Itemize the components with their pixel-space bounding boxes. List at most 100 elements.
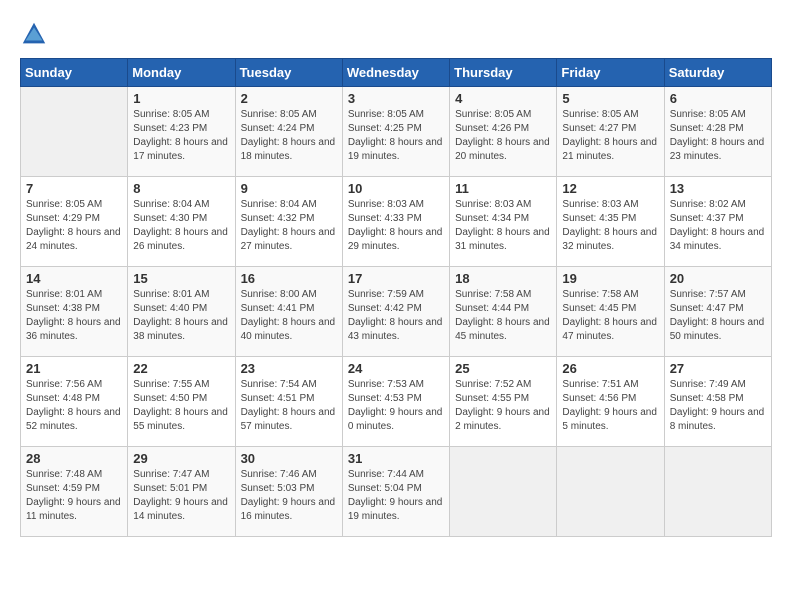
col-header-friday: Friday [557, 59, 664, 87]
calendar-cell: 11 Sunrise: 8:03 AM Sunset: 4:34 PM Dayl… [450, 177, 557, 267]
calendar-cell: 12 Sunrise: 8:03 AM Sunset: 4:35 PM Dayl… [557, 177, 664, 267]
sunset-text: Sunset: 4:55 PM [455, 392, 551, 406]
sunset-text: Sunset: 4:27 PM [562, 122, 658, 136]
sunset-text: Sunset: 5:01 PM [133, 482, 229, 496]
col-header-monday: Monday [128, 59, 235, 87]
day-info: Sunrise: 8:05 AM Sunset: 4:27 PM Dayligh… [562, 108, 658, 164]
daylight-text: Daylight: 8 hours and 57 minutes. [241, 406, 337, 434]
daylight-text: Daylight: 9 hours and 0 minutes. [348, 406, 444, 434]
calendar-cell: 23 Sunrise: 7:54 AM Sunset: 4:51 PM Dayl… [235, 357, 342, 447]
day-info: Sunrise: 8:03 AM Sunset: 4:35 PM Dayligh… [562, 198, 658, 254]
sunrise-text: Sunrise: 7:57 AM [670, 288, 766, 302]
day-info: Sunrise: 8:05 AM Sunset: 4:26 PM Dayligh… [455, 108, 551, 164]
sunrise-text: Sunrise: 7:53 AM [348, 378, 444, 392]
day-info: Sunrise: 8:04 AM Sunset: 4:30 PM Dayligh… [133, 198, 229, 254]
calendar-cell: 8 Sunrise: 8:04 AM Sunset: 4:30 PM Dayli… [128, 177, 235, 267]
daylight-text: Daylight: 8 hours and 38 minutes. [133, 316, 229, 344]
day-number: 13 [670, 181, 766, 196]
sunset-text: Sunset: 4:34 PM [455, 212, 551, 226]
sunset-text: Sunset: 5:03 PM [241, 482, 337, 496]
day-number: 26 [562, 361, 658, 376]
sunrise-text: Sunrise: 8:04 AM [133, 198, 229, 212]
day-info: Sunrise: 8:01 AM Sunset: 4:40 PM Dayligh… [133, 288, 229, 344]
day-info: Sunrise: 8:05 AM Sunset: 4:23 PM Dayligh… [133, 108, 229, 164]
calendar-cell: 27 Sunrise: 7:49 AM Sunset: 4:58 PM Dayl… [664, 357, 771, 447]
sunrise-text: Sunrise: 7:47 AM [133, 468, 229, 482]
day-info: Sunrise: 8:05 AM Sunset: 4:25 PM Dayligh… [348, 108, 444, 164]
day-info: Sunrise: 7:58 AM Sunset: 4:45 PM Dayligh… [562, 288, 658, 344]
sunrise-text: Sunrise: 7:52 AM [455, 378, 551, 392]
day-number: 31 [348, 451, 444, 466]
day-number: 1 [133, 91, 229, 106]
day-info: Sunrise: 8:03 AM Sunset: 4:34 PM Dayligh… [455, 198, 551, 254]
sunset-text: Sunset: 4:53 PM [348, 392, 444, 406]
sunset-text: Sunset: 4:26 PM [455, 122, 551, 136]
col-header-saturday: Saturday [664, 59, 771, 87]
sunset-text: Sunset: 4:24 PM [241, 122, 337, 136]
day-number: 21 [26, 361, 122, 376]
day-info: Sunrise: 8:05 AM Sunset: 4:28 PM Dayligh… [670, 108, 766, 164]
sunrise-text: Sunrise: 7:44 AM [348, 468, 444, 482]
sunset-text: Sunset: 4:45 PM [562, 302, 658, 316]
calendar-cell: 15 Sunrise: 8:01 AM Sunset: 4:40 PM Dayl… [128, 267, 235, 357]
sunrise-text: Sunrise: 8:05 AM [241, 108, 337, 122]
day-number: 18 [455, 271, 551, 286]
sunrise-text: Sunrise: 8:03 AM [562, 198, 658, 212]
sunset-text: Sunset: 4:38 PM [26, 302, 122, 316]
sunset-text: Sunset: 4:23 PM [133, 122, 229, 136]
sunrise-text: Sunrise: 7:46 AM [241, 468, 337, 482]
daylight-text: Daylight: 8 hours and 40 minutes. [241, 316, 337, 344]
sunrise-text: Sunrise: 8:05 AM [26, 198, 122, 212]
day-number: 11 [455, 181, 551, 196]
calendar-cell: 19 Sunrise: 7:58 AM Sunset: 4:45 PM Dayl… [557, 267, 664, 357]
daylight-text: Daylight: 8 hours and 17 minutes. [133, 136, 229, 164]
day-number: 24 [348, 361, 444, 376]
sunrise-text: Sunrise: 8:05 AM [670, 108, 766, 122]
day-number: 14 [26, 271, 122, 286]
col-header-tuesday: Tuesday [235, 59, 342, 87]
day-number: 12 [562, 181, 658, 196]
day-number: 10 [348, 181, 444, 196]
sunset-text: Sunset: 4:30 PM [133, 212, 229, 226]
sunset-text: Sunset: 4:37 PM [670, 212, 766, 226]
day-number: 4 [455, 91, 551, 106]
day-info: Sunrise: 7:44 AM Sunset: 5:04 PM Dayligh… [348, 468, 444, 524]
sunrise-text: Sunrise: 7:51 AM [562, 378, 658, 392]
sunrise-text: Sunrise: 8:01 AM [133, 288, 229, 302]
col-header-thursday: Thursday [450, 59, 557, 87]
day-number: 20 [670, 271, 766, 286]
day-info: Sunrise: 7:52 AM Sunset: 4:55 PM Dayligh… [455, 378, 551, 434]
calendar-cell: 7 Sunrise: 8:05 AM Sunset: 4:29 PM Dayli… [21, 177, 128, 267]
day-number: 3 [348, 91, 444, 106]
calendar-cell: 21 Sunrise: 7:56 AM Sunset: 4:48 PM Dayl… [21, 357, 128, 447]
daylight-text: Daylight: 9 hours and 11 minutes. [26, 496, 122, 524]
day-number: 25 [455, 361, 551, 376]
daylight-text: Daylight: 8 hours and 55 minutes. [133, 406, 229, 434]
day-info: Sunrise: 8:03 AM Sunset: 4:33 PM Dayligh… [348, 198, 444, 254]
sunset-text: Sunset: 4:28 PM [670, 122, 766, 136]
sunset-text: Sunset: 4:48 PM [26, 392, 122, 406]
calendar-cell [450, 447, 557, 537]
day-info: Sunrise: 8:02 AM Sunset: 4:37 PM Dayligh… [670, 198, 766, 254]
calendar-cell: 16 Sunrise: 8:00 AM Sunset: 4:41 PM Dayl… [235, 267, 342, 357]
col-header-wednesday: Wednesday [342, 59, 449, 87]
day-number: 6 [670, 91, 766, 106]
sunset-text: Sunset: 4:35 PM [562, 212, 658, 226]
sunset-text: Sunset: 4:32 PM [241, 212, 337, 226]
day-info: Sunrise: 7:51 AM Sunset: 4:56 PM Dayligh… [562, 378, 658, 434]
daylight-text: Daylight: 8 hours and 29 minutes. [348, 226, 444, 254]
sunrise-text: Sunrise: 8:05 AM [455, 108, 551, 122]
calendar-cell: 14 Sunrise: 8:01 AM Sunset: 4:38 PM Dayl… [21, 267, 128, 357]
sunset-text: Sunset: 4:59 PM [26, 482, 122, 496]
day-number: 9 [241, 181, 337, 196]
sunrise-text: Sunrise: 8:01 AM [26, 288, 122, 302]
sunset-text: Sunset: 5:04 PM [348, 482, 444, 496]
day-info: Sunrise: 8:01 AM Sunset: 4:38 PM Dayligh… [26, 288, 122, 344]
daylight-text: Daylight: 8 hours and 26 minutes. [133, 226, 229, 254]
day-info: Sunrise: 7:47 AM Sunset: 5:01 PM Dayligh… [133, 468, 229, 524]
daylight-text: Daylight: 8 hours and 19 minutes. [348, 136, 444, 164]
sunset-text: Sunset: 4:41 PM [241, 302, 337, 316]
day-info: Sunrise: 8:00 AM Sunset: 4:41 PM Dayligh… [241, 288, 337, 344]
day-info: Sunrise: 7:57 AM Sunset: 4:47 PM Dayligh… [670, 288, 766, 344]
sunset-text: Sunset: 4:58 PM [670, 392, 766, 406]
